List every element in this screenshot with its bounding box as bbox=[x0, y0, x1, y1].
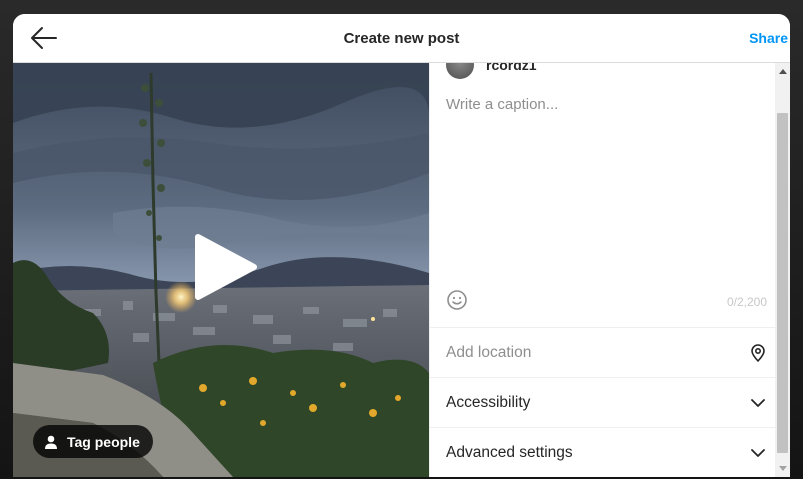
advanced-settings-row[interactable]: Advanced settings bbox=[430, 427, 787, 477]
avatar bbox=[446, 63, 474, 79]
chevron-down-icon bbox=[751, 399, 765, 407]
accessibility-row[interactable]: Accessibility bbox=[430, 377, 787, 427]
dialog-header: Create new post Share bbox=[13, 14, 790, 63]
character-counter: 0/2,200 bbox=[726, 295, 767, 309]
advanced-settings-label: Advanced settings bbox=[446, 443, 573, 461]
caption-input[interactable] bbox=[446, 96, 772, 286]
share-button[interactable]: Share bbox=[749, 30, 788, 46]
add-location-row[interactable]: Add location bbox=[430, 327, 787, 377]
tag-people-label: Tag people bbox=[67, 433, 140, 450]
chevron-down-icon bbox=[751, 449, 765, 457]
play-icon bbox=[195, 234, 257, 300]
media-preview[interactable]: Tag people bbox=[13, 63, 429, 477]
post-details-panel: rcordz1 0/2,200 Add location Accessibili… bbox=[429, 63, 787, 477]
username: rcordz1 bbox=[486, 63, 537, 73]
dialog-title: Create new post bbox=[343, 30, 460, 47]
tag-people-button[interactable]: Tag people bbox=[33, 425, 153, 458]
create-post-dialog: Create new post Share Tag people rcordz1… bbox=[13, 14, 790, 477]
smiley-icon bbox=[447, 290, 467, 310]
location-pin-icon bbox=[751, 344, 765, 362]
add-location-label: Add location bbox=[446, 343, 532, 361]
scroll-down-arrow[interactable] bbox=[779, 466, 787, 471]
person-icon bbox=[45, 435, 57, 449]
author-row: rcordz1 bbox=[446, 63, 537, 79]
play-button[interactable] bbox=[188, 231, 260, 303]
emoji-button[interactable] bbox=[446, 289, 468, 311]
scrollbar-thumb[interactable] bbox=[777, 113, 788, 453]
scroll-up-arrow[interactable] bbox=[779, 69, 787, 74]
panel-scrollbar[interactable] bbox=[775, 63, 790, 477]
accessibility-label: Accessibility bbox=[446, 393, 531, 411]
